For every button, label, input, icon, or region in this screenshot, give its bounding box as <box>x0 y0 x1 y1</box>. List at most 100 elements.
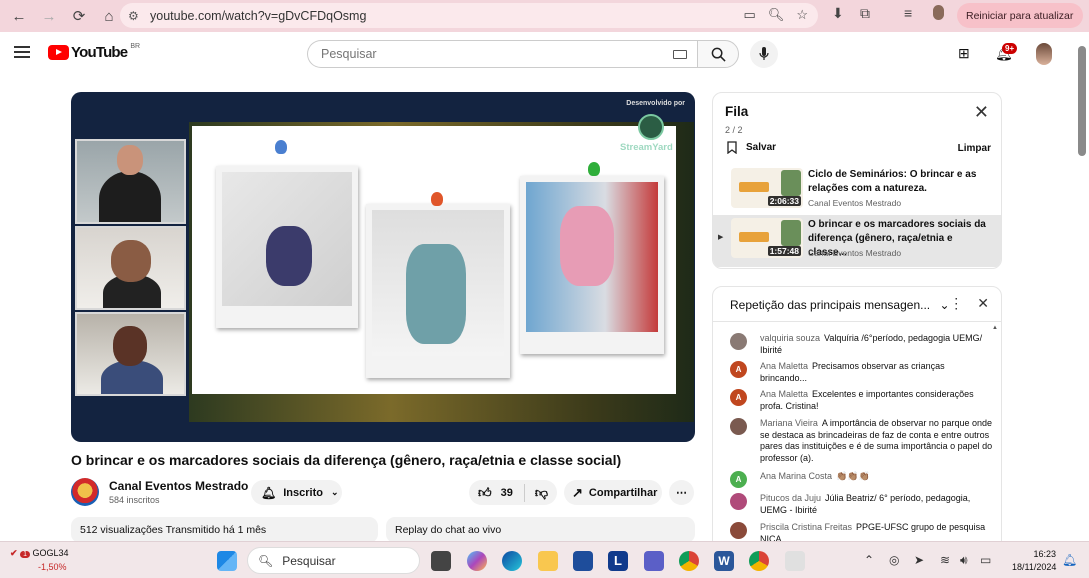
forward-icon[interactable]: → <box>36 3 62 29</box>
share-label: Compartilhar <box>588 486 658 499</box>
close-icon[interactable]: ✕ <box>974 103 989 121</box>
teams-icon[interactable] <box>644 551 664 571</box>
share-button[interactable]: ↗ Compartilhar <box>564 480 662 505</box>
chat-author[interactable]: Pitucos da Juju <box>760 493 821 503</box>
more-vertical-icon[interactable]: ⋮ <box>949 295 963 312</box>
keyboard-icon[interactable] <box>673 50 687 59</box>
queue-title: Fila <box>725 104 749 119</box>
slide-photo-2 <box>366 204 510 378</box>
taskbar-search[interactable]: 🔍︎ Pesquisar <box>247 547 420 574</box>
windows-taskbar: ✔ 1 GOGL34 -1,50% 🔍︎ Pesquisar L W ⌃ ◎ ➤… <box>0 541 1089 578</box>
chevron-down-icon: ⌄ <box>939 298 950 312</box>
queue-item-active[interactable]: ▶ 1:57:48 O brincar e os marcadores soci… <box>713 215 1001 267</box>
extensions-icon[interactable]: ⧉ <box>860 5 870 22</box>
chrome-profile-icon[interactable] <box>749 551 769 571</box>
snipping-tool-icon[interactable] <box>785 551 805 571</box>
like-icon[interactable]: 👍︎ <box>478 485 492 501</box>
logo-text: YouTube <box>71 44 128 61</box>
chat-text: 👏🏽👏🏽👏🏽 <box>836 471 870 481</box>
voice-search-button[interactable] <box>750 40 778 68</box>
volume-icon[interactable]: 🔊︎ <box>960 553 968 568</box>
profile-avatar[interactable] <box>933 5 944 20</box>
channel-name[interactable]: Canal Eventos Mestrado <box>109 479 248 493</box>
taskbar-search-label: Pesquisar <box>282 553 336 568</box>
participant-video-1 <box>75 139 186 224</box>
chat-author[interactable]: Ana Maletta <box>760 361 808 371</box>
search-button[interactable] <box>697 40 739 68</box>
youtube-logo[interactable]: YouTube BR <box>48 43 141 61</box>
chat-author[interactable]: Priscila Cristina Freitas <box>760 522 852 532</box>
search-box[interactable] <box>307 40 697 68</box>
home-icon[interactable]: ⌂ <box>96 3 122 29</box>
queue-item[interactable]: 2:06:33 Ciclo de Seminários: O brincar e… <box>713 165 1001 217</box>
word-icon[interactable]: W <box>714 551 734 571</box>
save-queue-button[interactable]: Salvar <box>727 141 776 154</box>
bell-icon: 🔔︎ <box>261 485 277 500</box>
task-view-icon[interactable] <box>431 551 451 571</box>
account-avatar[interactable] <box>1036 43 1052 65</box>
chat-author[interactable]: Mariana Vieira <box>760 418 818 428</box>
edge-icon[interactable] <box>502 551 522 571</box>
like-dislike-group: 👍︎ 39 👎︎ <box>469 480 557 505</box>
dislike-icon[interactable]: 👎︎ <box>535 485 548 501</box>
back-icon[interactable]: ← <box>6 3 32 29</box>
address-bar[interactable]: ⚙ youtube.com/watch?v=gDvCFDqOsmg ▭ 🔍︎ ☆ <box>120 3 818 28</box>
app-l-icon[interactable]: L <box>608 551 628 571</box>
chat-author[interactable]: Ana Maletta <box>760 389 808 399</box>
more-actions-button[interactable]: ⋯ <box>669 480 694 505</box>
cast-icon[interactable]: ▭ <box>744 7 756 23</box>
chat-message: valquiria souza Valquíria /6°período, ped… <box>730 333 994 356</box>
search-input[interactable] <box>321 47 621 61</box>
search-icon: 🔍︎ <box>258 553 274 568</box>
bookmark-star-icon[interactable]: ☆ <box>796 7 808 23</box>
page-scrollbar[interactable] <box>1078 46 1086 156</box>
subscribe-button[interactable]: 🔔︎ Inscrito ⌄ <box>251 480 342 505</box>
queue-thumbnail: 2:06:33 <box>731 168 803 208</box>
queue-item-channel: Canal Eventos Mestrado <box>808 248 902 258</box>
stock-widget[interactable]: ✔ 1 GOGL34 -1,50% <box>10 547 69 574</box>
chat-message: A Ana Maletta Precisamos observar as cria… <box>730 361 994 384</box>
download-icon[interactable]: ⬇ <box>832 5 844 22</box>
chat-author[interactable]: Ana Marina Costa <box>760 471 832 481</box>
slide-photo-3 <box>520 176 664 354</box>
queue-count: 2 / 2 <box>725 125 743 135</box>
queue-duration: 1:57:48 <box>767 246 801 256</box>
store-icon[interactable] <box>573 551 593 571</box>
participant-video-3 <box>75 312 186 396</box>
send-icon[interactable]: ➤ <box>914 553 924 567</box>
create-icon[interactable]: ⊞ <box>958 45 970 62</box>
browser-toolbar: ← → ⟳ ⌂ ⚙ youtube.com/watch?v=gDvCFDqOsm… <box>0 0 1089 32</box>
clear-queue-button[interactable]: Limpar <box>958 143 991 154</box>
close-chat-icon[interactable]: ✕ <box>977 295 989 312</box>
notification-center-icon[interactable]: 🔔︎ <box>1062 553 1077 567</box>
chat-author[interactable]: valquiria souza <box>760 333 820 343</box>
restart-to-update-button[interactable]: Reiniciar para atualizar <box>957 3 1083 28</box>
notification-badge: 9+ <box>1002 43 1018 54</box>
reload-icon[interactable]: ⟳ <box>66 3 92 29</box>
chat-scroll-up-icon[interactable]: ▲ <box>992 325 998 331</box>
video-player[interactable]: Desenvolvido por StreamYard <box>71 92 695 442</box>
orange-pin-icon <box>431 192 443 206</box>
description-card[interactable]: 512 visualizações Transmitido há 1 mês <box>71 517 378 543</box>
country-code: BR <box>130 43 141 50</box>
menu-icon[interactable] <box>14 46 30 58</box>
copilot-icon[interactable] <box>467 551 487 571</box>
windows-start-icon[interactable] <box>217 551 237 571</box>
stock-symbol: GOGL34 <box>32 548 69 558</box>
channel-avatar[interactable] <box>71 478 99 506</box>
file-explorer-icon[interactable] <box>538 551 558 571</box>
view-count: 512 visualizações Transmitido há 1 mês <box>80 524 267 536</box>
screen-capture-icon[interactable]: ◎ <box>889 553 899 567</box>
zoom-icon[interactable]: 🔍︎ <box>768 7 785 23</box>
battery-icon[interactable]: ▭ <box>980 553 991 567</box>
chat-mode-selector[interactable]: Repetição das principais mensagen... ⌄ <box>730 298 950 312</box>
chat-avatar: A <box>730 389 747 406</box>
chrome-icon[interactable] <box>679 551 699 571</box>
tray-overflow-icon[interactable]: ⌃ <box>864 553 874 567</box>
site-info-icon[interactable]: ⚙ <box>128 9 142 23</box>
system-clock[interactable]: 16:23 18/11/2024 <box>1012 548 1056 574</box>
chat-replay-card[interactable]: Replay do chat ao vivo <box>386 517 695 543</box>
reading-list-icon[interactable]: ≡ <box>904 5 912 21</box>
chat-avatar: A <box>730 361 747 378</box>
wifi-icon[interactable]: ≋ <box>940 553 950 567</box>
